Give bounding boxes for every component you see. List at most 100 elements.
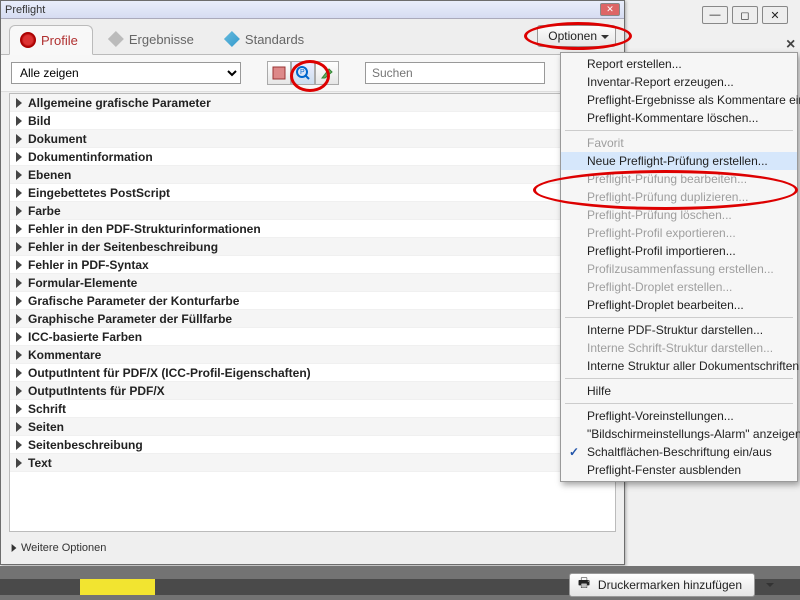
menu-item: Interne Schrift-Struktur darstellen... [561,339,797,357]
disclosure-icon [16,278,22,288]
disclosure-icon [16,314,22,324]
menu-item[interactable]: Neue Preflight-Prüfung erstellen... [561,152,797,170]
tab-results[interactable]: Ergebnisse [97,24,209,54]
options-menu: Report erstellen...Inventar-Report erzeu… [560,52,798,482]
tree-row[interactable]: Bild [10,112,615,130]
window-close-button[interactable]: ✕ [600,3,620,16]
tree-row[interactable]: Farbe [10,202,615,220]
add-printer-marks-label: Druckermarken hinzufügen [598,578,742,592]
svg-text:P: P [300,69,305,76]
tree-row[interactable]: Dokument [10,130,615,148]
tree-row[interactable]: Formular-Elemente [10,274,615,292]
disclosure-icon [16,458,22,468]
standards-icon [224,31,240,47]
disclosure-icon [16,350,22,360]
disclosure-icon [16,368,22,378]
menu-item[interactable]: Report erstellen... [561,55,797,73]
status-bar-highlight [80,579,155,595]
tree-row-label: Fehler in der Seitenbeschreibung [28,240,218,254]
tree-row[interactable]: Fehler in PDF-Syntax [10,256,615,274]
tab-bar: Profile Ergebnisse Standards Optionen [1,19,624,55]
tree-row[interactable]: Graphische Parameter der Füllfarbe [10,310,615,328]
menu-item[interactable]: "Bildschirmeinstellungs-Alarm" anzeigen [561,425,797,443]
tab-profile-label: Profile [41,33,78,48]
menu-item[interactable]: Preflight-Kommentare löschen... [561,109,797,127]
tree-row[interactable]: Eingebettetes PostScript [10,184,615,202]
tree-row[interactable]: OutputIntents für PDF/X [10,382,615,400]
menu-item[interactable]: Interne Struktur aller Dokumentschriften… [561,357,797,375]
disclosure-icon [16,206,22,216]
disclosure-icon [16,296,22,306]
menu-item: Preflight-Prüfung duplizieren... [561,188,797,206]
tree-row-label: ICC-basierte Farben [28,330,142,344]
tree-row-label: OutputIntents für PDF/X [28,384,165,398]
tree-row-label: Allgemeine grafische Parameter [28,96,211,110]
mode-button-1[interactable] [267,61,291,85]
more-options-toggle[interactable]: Weitere Optionen [11,542,106,554]
tree-row-label: Dokument [28,132,87,146]
disclosure-icon [16,332,22,342]
filter-select[interactable]: Alle zeigen [11,62,241,84]
tree-row-label: Graphische Parameter der Füllfarbe [28,312,232,326]
tree-row-label: Dokumentinformation [28,150,153,164]
menu-item[interactable]: Hilfe [561,382,797,400]
minimize-button[interactable]: — [702,6,728,24]
tree-row-label: Bild [28,114,51,128]
tree-row[interactable]: Ebenen [10,166,615,184]
disclosure-icon [16,116,22,126]
mode-button-2[interactable]: P [291,61,315,85]
menu-item[interactable]: Preflight-Fenster ausblenden [561,461,797,479]
menu-item[interactable]: Preflight-Voreinstellungen... [561,407,797,425]
tree-row[interactable]: Fehler in den PDF-Strukturinformationen [10,220,615,238]
tree-row-label: Ebenen [28,168,71,182]
tree-row[interactable]: Seiten [10,418,615,436]
add-printer-marks-button[interactable]: Druckermarken hinzufügen [569,573,755,597]
preflight-window: Preflight ✕ Profile Ergebnisse Standards… [0,0,625,565]
tree-row[interactable]: Grafische Parameter der Konturfarbe [10,292,615,310]
tree-row[interactable]: Dokumentinformation [10,148,615,166]
tree-row-label: Schrift [28,402,66,416]
menu-item[interactable]: Preflight-Droplet bearbeiten... [561,296,797,314]
menu-item[interactable]: Schaltflächen-Beschriftung ein/aus [561,443,797,461]
tree-row[interactable]: Fehler in der Seitenbeschreibung [10,238,615,256]
disclosure-icon [16,188,22,198]
close-button[interactable]: ✕ [762,6,788,24]
tree-row-label: Text [28,456,52,470]
tree-row-label: OutputIntent für PDF/X (ICC-Profil-Eigen… [28,366,311,380]
options-button-label: Optionen [548,29,597,43]
more-options-label: Weitere Optionen [21,542,106,554]
disclosure-icon [16,170,22,180]
panel-close-x[interactable]: × [786,36,800,54]
tree-row[interactable]: Schrift [10,400,615,418]
menu-item: Profilzusammenfassung erstellen... [561,260,797,278]
tree-row[interactable]: OutputIntent für PDF/X (ICC-Profil-Eigen… [10,364,615,382]
menu-item[interactable]: Interne PDF-Struktur darstellen... [561,321,797,339]
tab-profile[interactable]: Profile [9,25,93,55]
status-strip: Druckermarken hinzufügen [0,566,800,600]
tree-row-label: Seitenbeschreibung [28,438,143,452]
menu-separator [565,403,793,404]
options-button[interactable]: Optionen [537,25,616,47]
tree-row-label: Kommentare [28,348,101,362]
tree-row[interactable]: Kommentare [10,346,615,364]
profile-icon [20,32,36,48]
tree-row-label: Farbe [28,204,61,218]
menu-item[interactable]: Preflight-Ergebnisse als Kommentare einf… [561,91,797,109]
search-input[interactable] [365,62,545,84]
menu-item: Preflight-Prüfung bearbeiten... [561,170,797,188]
menu-item[interactable]: Preflight-Profil importieren... [561,242,797,260]
tab-standards[interactable]: Standards [213,24,319,54]
mode-button-3[interactable] [315,61,339,85]
maximize-button[interactable]: ◻ [732,6,758,24]
menu-item[interactable]: Inventar-Report erzeugen... [561,73,797,91]
tree-row-label: Seiten [28,420,64,434]
menu-item: Favorit [561,134,797,152]
tree-row[interactable]: Allgemeine grafische Parameter [10,94,615,112]
tree-row-label: Fehler in PDF-Syntax [28,258,149,272]
disclosure-icon [16,260,22,270]
category-tree[interactable]: Allgemeine grafische Parameter Bild Dokume… [9,93,616,532]
tree-row[interactable]: Text [10,454,615,472]
tree-row[interactable]: Seitenbeschreibung [10,436,615,454]
tree-row[interactable]: ICC-basierte Farben [10,328,615,346]
disclosure-icon [12,544,17,552]
